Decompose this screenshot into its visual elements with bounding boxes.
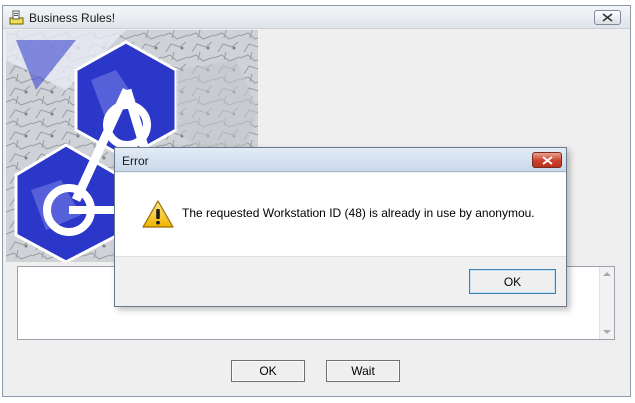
scroll-down-icon[interactable] bbox=[603, 330, 611, 334]
warning-icon bbox=[142, 200, 174, 229]
close-button[interactable] bbox=[594, 10, 621, 25]
app-icon bbox=[9, 10, 24, 25]
dialog-titlebar[interactable]: Error bbox=[115, 148, 566, 172]
error-message: The requested Workstation ID (48) is alr… bbox=[182, 206, 535, 220]
ok-button[interactable]: OK bbox=[231, 360, 305, 382]
scroll-up-icon[interactable] bbox=[603, 272, 611, 276]
close-icon bbox=[541, 155, 553, 165]
wait-button[interactable]: Wait bbox=[326, 360, 400, 382]
dialog-footer: OK bbox=[115, 256, 566, 306]
window-title: Business Rules! bbox=[29, 11, 116, 25]
dialog-ok-button[interactable]: OK bbox=[469, 269, 556, 294]
details-scrollbar[interactable] bbox=[599, 267, 614, 339]
close-icon bbox=[602, 13, 613, 22]
error-dialog: Error The requested Workstation ID (48) bbox=[114, 147, 567, 307]
dialog-title: Error bbox=[122, 154, 149, 168]
main-titlebar[interactable]: Business Rules! bbox=[3, 6, 630, 29]
dialog-close-button[interactable] bbox=[532, 152, 562, 168]
dialog-body: The requested Workstation ID (48) is alr… bbox=[115, 173, 566, 256]
